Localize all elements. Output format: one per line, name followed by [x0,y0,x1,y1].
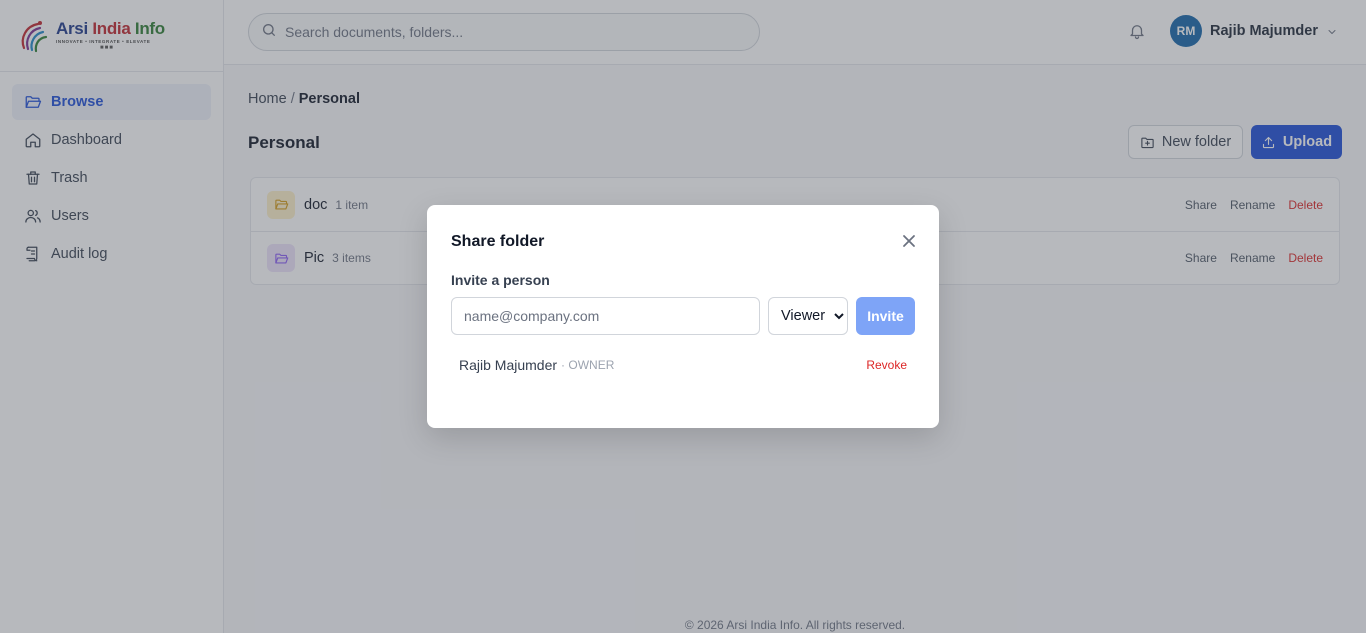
revoke-button[interactable]: Revoke [866,358,907,372]
close-icon[interactable] [901,233,917,249]
invite-button[interactable]: Invite [856,297,915,335]
email-field[interactable] [451,297,760,335]
member-name: Rajib Majumder [459,357,558,373]
member-row: Rajib Majumder · OWNER Revoke [459,356,907,374]
dialog-title: Share folder [451,233,545,250]
share-folder-dialog: Share folder Invite a person Viewer Invi… [427,205,939,428]
member-role: · OWNER [561,358,615,372]
role-select[interactable]: Viewer [768,297,848,335]
invite-label: Invite a person [451,272,550,288]
